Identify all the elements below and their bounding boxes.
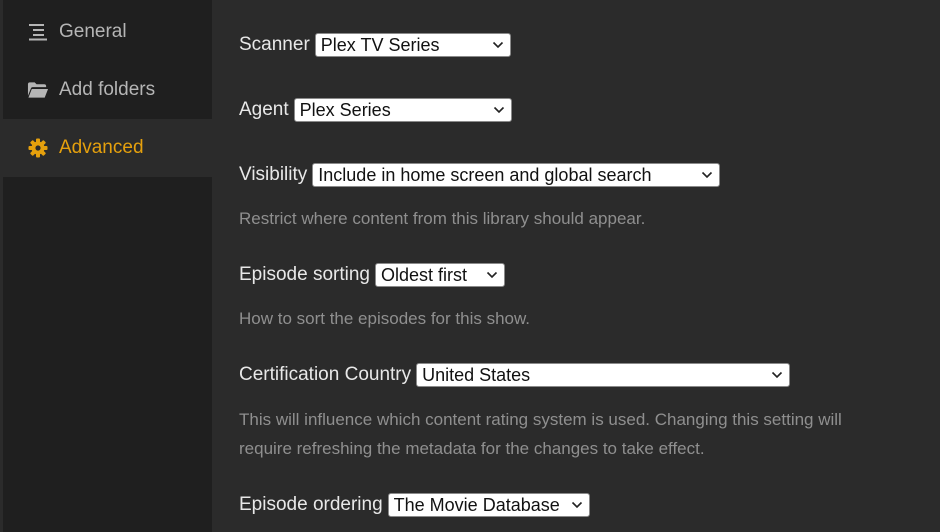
- agent-select-value: Plex Series: [299, 99, 391, 120]
- chevron-down-icon: [492, 41, 503, 49]
- chevron-down-icon: [772, 371, 783, 379]
- episode-ordering-select-value: The Movie Database: [393, 494, 560, 515]
- chevron-down-icon: [493, 106, 504, 114]
- certification-country-select[interactable]: United States: [416, 363, 791, 387]
- certification-country-help-text: This will influence which content rating…: [239, 405, 899, 463]
- list-lines-icon: [27, 21, 49, 43]
- certification-country-select-value: United States: [422, 364, 531, 385]
- sidebar-item-advanced[interactable]: Advanced: [3, 119, 212, 177]
- visibility-select[interactable]: Include in home screen and global search: [312, 163, 721, 187]
- agent-label: Agent: [239, 99, 289, 120]
- episode-ordering-select[interactable]: The Movie Database: [387, 493, 590, 517]
- scanner-row: Scanner Plex TV Series: [239, 31, 511, 59]
- visibility-help-text: Restrict where content from this library…: [239, 209, 646, 228]
- chevron-down-icon: [571, 501, 582, 509]
- episode-ordering-label: Episode ordering: [239, 494, 383, 515]
- scanner-label: Scanner: [239, 34, 310, 55]
- agent-select[interactable]: Plex Series: [293, 98, 512, 122]
- episode-ordering-row: Episode ordering The Movie Database: [239, 491, 590, 519]
- visibility-label: Visibility: [239, 164, 308, 185]
- sidebar-item-label: Advanced: [59, 137, 144, 158]
- scanner-select[interactable]: Plex TV Series: [314, 33, 511, 57]
- help-line: require refreshing the metadata for the …: [239, 439, 705, 458]
- chevron-down-icon: [702, 171, 713, 179]
- chevron-down-icon: [486, 271, 498, 279]
- visibility-row: Visibility Include in home screen and gl…: [239, 161, 721, 189]
- sidebar-item-add-folders[interactable]: Add folders: [3, 61, 212, 119]
- sidebar-item-general[interactable]: General: [3, 3, 212, 61]
- library-settings-window: General Add folders Advanced Scanner Ple…: [0, 0, 940, 532]
- sidebar-item-label: General: [59, 21, 127, 42]
- episode-sorting-help-text: How to sort the episodes for this show.: [239, 309, 531, 328]
- scanner-select-value: Plex TV Series: [320, 34, 440, 55]
- sidebar: General Add folders Advanced: [3, 0, 212, 532]
- sidebar-item-label: Add folders: [59, 79, 156, 100]
- folder-open-icon: [27, 79, 49, 101]
- episode-sorting-select-value: Oldest first: [380, 264, 467, 285]
- certification-country-label: Certification Country: [239, 364, 412, 385]
- gear-icon: [27, 137, 49, 159]
- certification-country-row: Certification Country United States: [239, 361, 791, 389]
- help-line: This will influence which content rating…: [239, 410, 842, 429]
- visibility-select-value: Include in home screen and global search: [318, 164, 652, 185]
- episode-sorting-row: Episode sorting Oldest first: [239, 261, 505, 289]
- agent-row: Agent Plex Series: [239, 96, 512, 124]
- episode-sorting-label: Episode sorting: [239, 264, 370, 285]
- advanced-settings-panel: Scanner Plex TV Series Agent Plex Series…: [212, 0, 940, 532]
- episode-sorting-select[interactable]: Oldest first: [374, 263, 505, 287]
